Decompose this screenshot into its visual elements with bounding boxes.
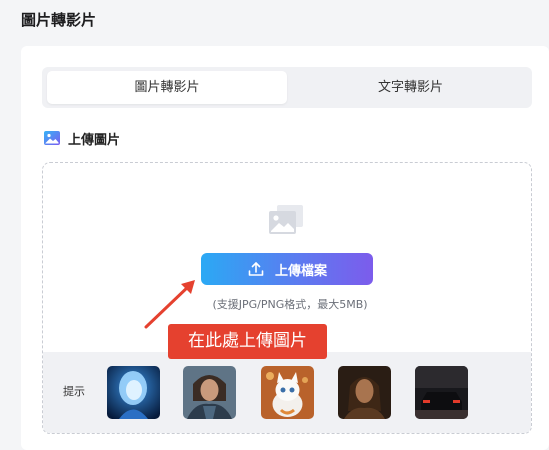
tab-image-to-video[interactable]: 圖片轉影片 [47,71,287,104]
page-title: 圖片轉影片 [21,11,97,29]
upload-button-label: 上傳檔案 [274,263,327,279]
upload-file-button[interactable]: 上傳檔案 [201,253,373,285]
upload-section-title: 上傳圖片 [68,132,121,148]
long-hair-man-thumbnail[interactable] [338,366,391,419]
mode-tabs: 圖片轉影片 文字轉影片 [42,67,532,108]
dark-car-thumbnail[interactable] [415,366,468,419]
upload-section-label: 上傳圖片 [44,129,121,148]
upload-icon [248,262,264,276]
image-placeholder-icon [269,205,303,234]
samples-label: 提示 [63,385,85,398]
white-kitten-image [261,366,314,419]
tab-text-to-video[interactable]: 文字轉影片 [294,71,527,104]
upload-here-callout: 在此處上傳圖片 [168,324,327,359]
blue-glow-woman-image [107,366,160,419]
dark-car-image [415,366,468,419]
blue-glow-woman-thumbnail[interactable] [107,366,160,419]
upload-format-hint: (支援JPG/PNG格式，最大5MB) [212,298,368,311]
white-kitten-thumbnail[interactable] [261,366,314,419]
armored-woman-thumbnail[interactable] [183,366,236,419]
long-hair-man-image [338,366,391,419]
armored-woman-image [183,366,236,419]
image-icon [44,131,60,145]
